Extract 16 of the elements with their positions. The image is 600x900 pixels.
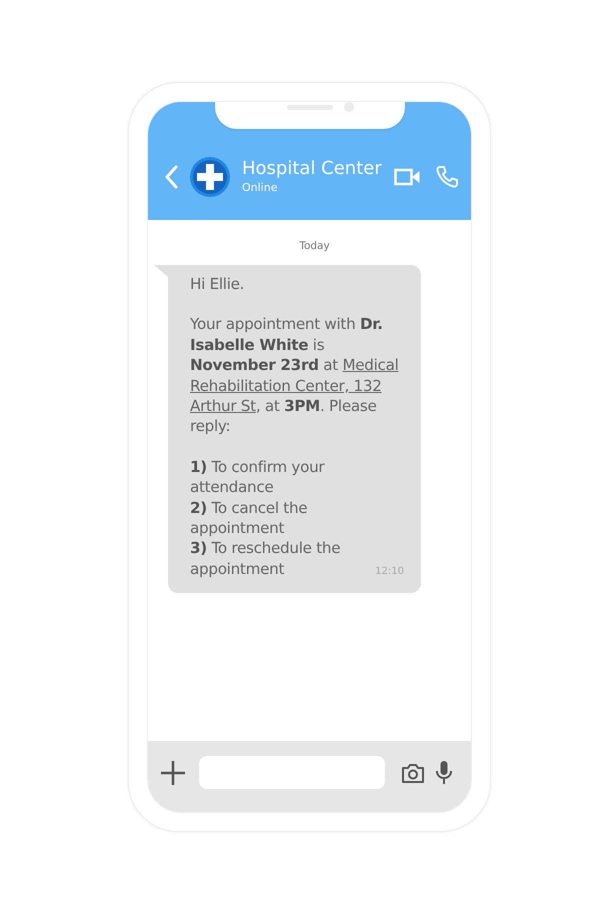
date-divider: Today (299, 240, 330, 252)
message-input[interactable] (199, 756, 385, 789)
medical-cross-icon (189, 156, 231, 198)
message-text: Hi Ellie. (190, 274, 244, 294)
message-text: 2) To cancel the appointment (190, 498, 308, 538)
back-icon[interactable] (164, 165, 178, 189)
plus-icon[interactable] (160, 760, 186, 786)
contact-name: Hospital Center (242, 158, 383, 180)
contact-status: Online (242, 180, 278, 196)
message-text: 1) To confirm your attendance (190, 456, 326, 498)
phone-icon[interactable] (435, 165, 459, 189)
camera-icon[interactable] (401, 762, 425, 784)
message-text: 3) To reschedule the appointment (190, 538, 342, 580)
message-text: Your appointment with Dr. Isabelle White is November 23rd at Medical Rehabilitation Center, 132 Arthur St, at 3PM. Please reply: (190, 314, 400, 437)
microphone-icon[interactable] (435, 760, 453, 786)
video-camera-icon[interactable] (394, 168, 421, 186)
